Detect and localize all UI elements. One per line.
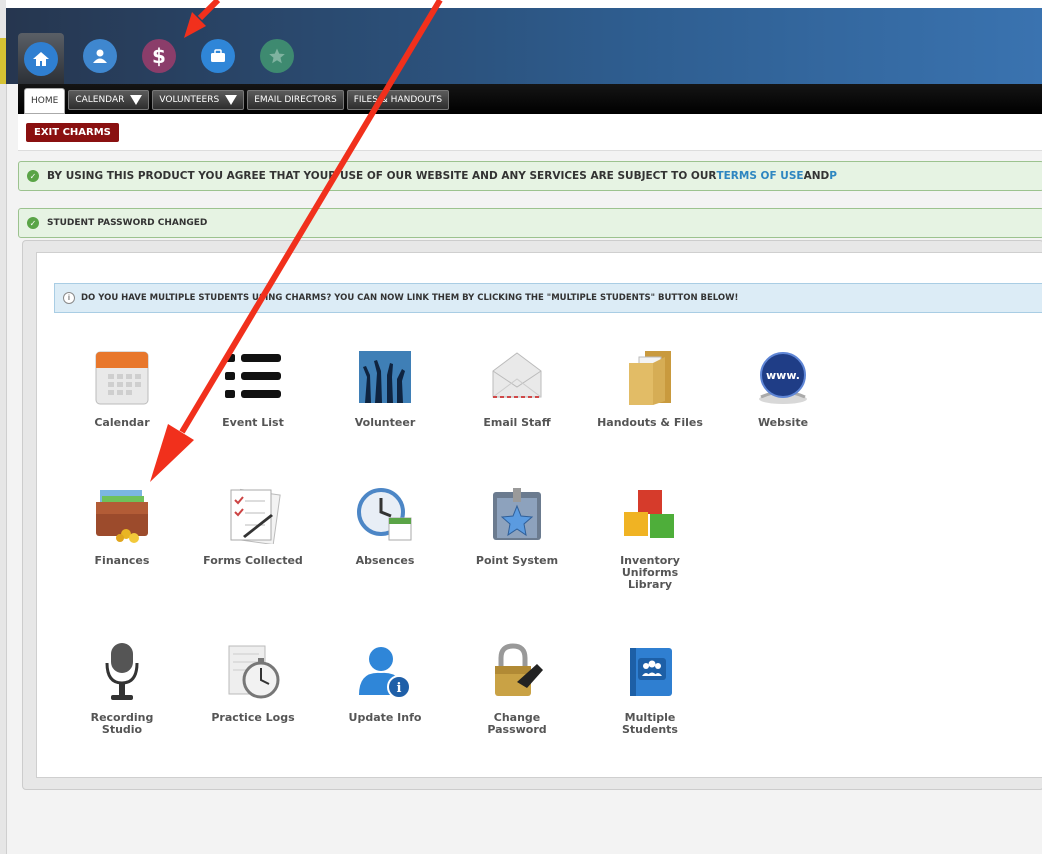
tile-label: Handouts & Files	[597, 416, 703, 429]
privacy-link[interactable]: P	[829, 170, 837, 182]
tile-label: Inventory Uniforms Library	[620, 554, 680, 591]
password-changed-text: STUDENT PASSWORD CHANGED	[47, 218, 208, 228]
svg-text:www.: www.	[766, 369, 800, 382]
tab-home-label: HOME	[31, 96, 59, 106]
left-edge	[0, 0, 7, 854]
tab-calendar[interactable]: CALENDAR	[68, 90, 150, 110]
tile-event-list[interactable]: Event List	[198, 345, 308, 429]
globe-icon: www.	[753, 345, 813, 409]
tile-point-system[interactable]: Point System	[462, 483, 572, 567]
tile-label: Volunteer	[354, 416, 416, 429]
tile-email-staff[interactable]: Email Staff	[462, 345, 572, 429]
group-book-icon	[620, 640, 680, 704]
tile-label: Calendar	[94, 416, 150, 429]
microphone-icon	[92, 640, 152, 704]
tile-label: Absences	[355, 554, 415, 567]
tab-volunteers-label: VOLUNTEERS	[159, 95, 220, 105]
briefcase-icon	[201, 39, 235, 73]
module-nav: $	[18, 30, 300, 85]
stopwatch-icon	[223, 640, 283, 704]
tile-label: Change Password	[487, 711, 547, 736]
tile-multiple-students[interactable]: Multiple Students	[595, 640, 705, 736]
multiple-students-info: i DO YOU HAVE MULTIPLE STUDENTS USING CH…	[54, 283, 1042, 313]
tile-label: Recording Studio	[90, 711, 154, 736]
nav-home[interactable]	[18, 33, 64, 85]
tab-calendar-label: CALENDAR	[75, 95, 125, 105]
checklist-icon	[223, 483, 283, 547]
nav-finances[interactable]: $	[136, 33, 182, 79]
calendar-icon	[92, 345, 152, 409]
tile-label: Multiple Students	[622, 711, 678, 736]
check-icon: ✓	[27, 170, 39, 182]
padlock-key-icon	[487, 640, 547, 704]
home-icon	[24, 42, 58, 76]
tile-forms-collected[interactable]: Forms Collected	[198, 483, 308, 567]
star-icon	[260, 39, 294, 73]
envelope-icon	[487, 345, 547, 409]
tile-label: Update Info	[348, 711, 422, 724]
tile-volunteer[interactable]: Volunteer	[330, 345, 440, 429]
terms-and-text: AND	[803, 170, 830, 182]
nav-points[interactable]	[254, 33, 300, 79]
multiple-students-info-text: DO YOU HAVE MULTIPLE STUDENTS USING CHAR…	[81, 293, 739, 303]
blocks-icon	[620, 483, 680, 547]
top-strip	[6, 0, 1042, 8]
exit-charms-button[interactable]: EXIT CHARMS	[26, 123, 119, 142]
raised-hands-icon	[355, 345, 415, 409]
tab-files-handouts-label: FILES & HANDOUTS	[353, 95, 443, 105]
dropdown-arrow-icon	[225, 95, 238, 105]
tab-bar: HOME CALENDAR VOLUNTEERS EMAIL DIRECTORS…	[18, 84, 1042, 114]
tab-email-directors[interactable]: EMAIL DIRECTORS	[247, 90, 344, 110]
dropdown-arrow-icon	[130, 95, 143, 105]
tile-label: Email Staff	[483, 416, 551, 429]
tile-calendar[interactable]: Calendar	[67, 345, 177, 429]
tab-volunteers[interactable]: VOLUNTEERS	[152, 90, 245, 110]
tile-label: Finances	[94, 554, 150, 567]
terms-notice: ✓ BY USING THIS PRODUCT YOU AGREE THAT Y…	[18, 161, 1042, 191]
tile-label: Forms Collected	[203, 554, 303, 567]
wallet-icon	[92, 483, 152, 547]
tile-label: Point System	[475, 554, 559, 567]
tile-finances[interactable]: Finances	[67, 483, 177, 567]
tab-email-directors-label: EMAIL DIRECTORS	[254, 95, 337, 105]
action-bar: EXIT CHARMS	[18, 114, 1042, 151]
star-folder-icon	[487, 483, 547, 547]
nav-inventory[interactable]	[195, 33, 241, 79]
tile-label: Website	[757, 416, 809, 429]
tile-change-password[interactable]: Change Password	[462, 640, 572, 736]
nav-people[interactable]	[77, 33, 123, 79]
user-icon	[83, 39, 117, 73]
tile-website[interactable]: www. Website	[728, 345, 838, 429]
tile-handouts-files[interactable]: Handouts & Files	[595, 345, 705, 429]
tile-inventory[interactable]: Inventory Uniforms Library	[595, 483, 705, 591]
tile-practice-logs[interactable]: Practice Logs	[198, 640, 308, 724]
clock-calendar-icon	[355, 483, 415, 547]
terms-text: BY USING THIS PRODUCT YOU AGREE THAT YOU…	[47, 170, 717, 182]
tile-label: Event List	[222, 416, 284, 429]
list-icon	[223, 345, 283, 409]
dollar-icon: $	[142, 39, 176, 73]
check-icon: ✓	[27, 217, 39, 229]
tile-update-info[interactable]: i Update Info	[330, 640, 440, 724]
password-changed-notice: ✓ STUDENT PASSWORD CHANGED	[18, 208, 1042, 238]
tab-files-handouts[interactable]: FILES & HANDOUTS	[346, 90, 450, 110]
terms-of-use-link[interactable]: TERMS OF USE	[716, 170, 803, 182]
tile-label: Practice Logs	[211, 711, 295, 724]
tab-home[interactable]: HOME	[24, 88, 66, 114]
tile-recording-studio[interactable]: Recording Studio	[67, 640, 177, 736]
svg-text:i: i	[397, 681, 402, 696]
folder-icon	[620, 345, 680, 409]
info-icon: i	[63, 292, 75, 304]
tile-absences[interactable]: Absences	[330, 483, 440, 567]
user-info-icon: i	[355, 640, 415, 704]
